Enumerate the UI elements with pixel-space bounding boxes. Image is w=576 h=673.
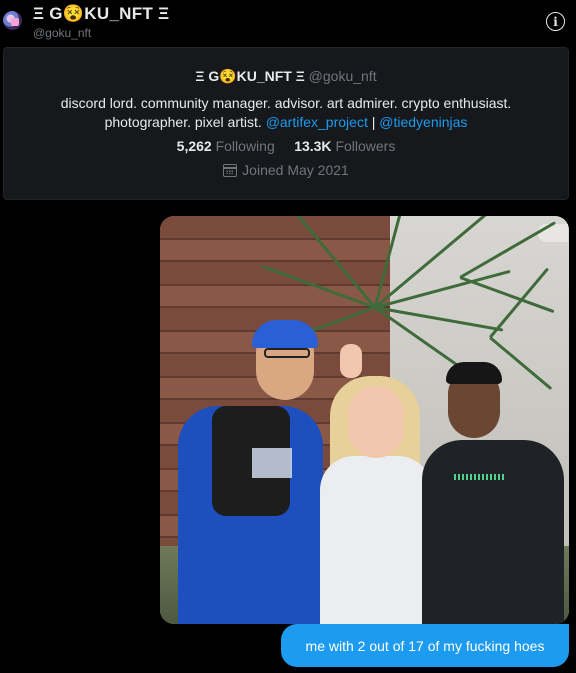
- bio-line-2: photographer. pixel artist. @artifex_pro…: [4, 113, 568, 132]
- info-icon[interactable]: i: [546, 12, 565, 31]
- avatar[interactable]: [3, 11, 22, 30]
- profile-card[interactable]: Ξ G😵KU_NFT Ξ @goku_nft discord lord. com…: [3, 47, 569, 200]
- header-handle: @goku_nft: [33, 26, 92, 40]
- joined-text: Joined May 2021: [242, 162, 349, 178]
- profile-display-name: Ξ G😵KU_NFT Ξ: [195, 68, 305, 84]
- message-caption: me with 2 out of 17 of my fucking hoes: [305, 637, 545, 654]
- following-label: Following: [215, 138, 275, 154]
- header-display-name[interactable]: Ξ G😵KU_NFT Ξ: [33, 4, 169, 24]
- profile-handle: @goku_nft: [308, 68, 377, 84]
- followers-count: 13.3K: [294, 138, 332, 154]
- following-stat[interactable]: 5,262 Following: [177, 138, 275, 154]
- followers-label: Followers: [335, 138, 396, 154]
- followers-stat[interactable]: 13.3K Followers: [294, 138, 395, 154]
- conversation-header: Ξ G😵KU_NFT Ξ @goku_nft i: [0, 0, 576, 44]
- calendar-icon: [223, 164, 238, 177]
- profile-stats: 5,262 Following 13.3K Followers: [4, 138, 568, 154]
- joined-date: Joined May 2021: [4, 162, 568, 178]
- profile-name-line: Ξ G😵KU_NFT Ξ @goku_nft: [4, 68, 568, 85]
- following-count: 5,262: [176, 138, 212, 154]
- bio-link-artifex[interactable]: @artifex_project: [266, 114, 368, 130]
- bio-text: photographer. pixel artist.: [104, 114, 262, 130]
- message-photo[interactable]: [160, 216, 569, 624]
- bio-separator: |: [371, 114, 376, 130]
- bio-line-1: discord lord. community manager. advisor…: [60, 95, 512, 111]
- profile-bio: discord lord. community manager. advisor…: [4, 94, 568, 132]
- bio-link-tiedyeninjas[interactable]: @tiedyeninjas: [379, 114, 467, 130]
- message-bubble[interactable]: me with 2 out of 17 of my fucking hoes: [281, 624, 569, 667]
